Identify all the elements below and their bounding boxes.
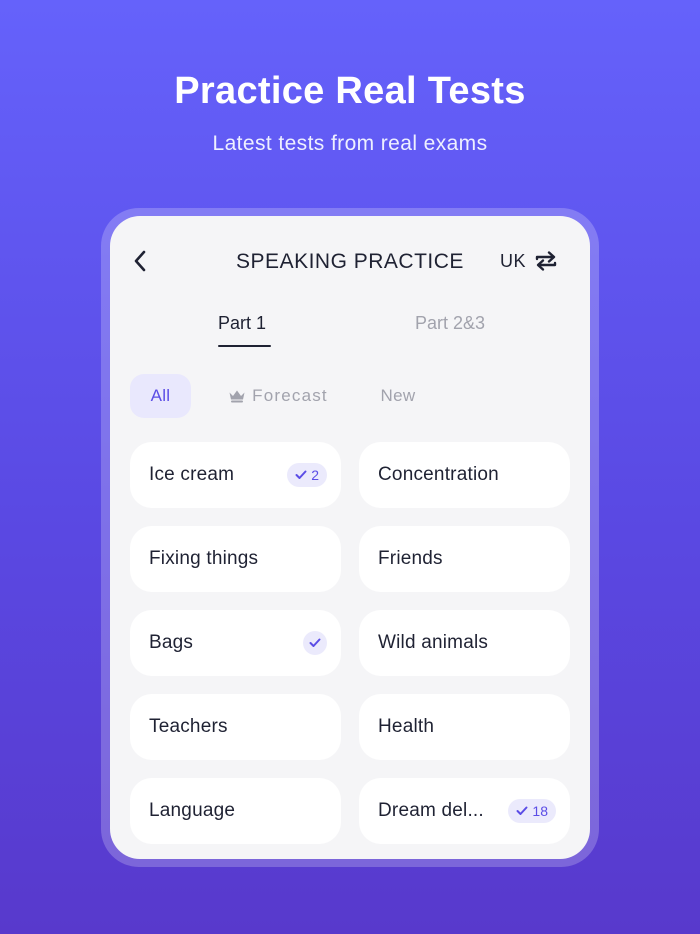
app-screen: SPEAKING PRACTICE UK Part 1 Part 2&3 All… [110,216,590,859]
topic-card-concentration[interactable]: Concentration [359,442,570,508]
topic-label: Teachers [149,716,228,737]
topic-card-language[interactable]: Language [130,778,341,844]
topic-card-fixing-things[interactable]: Fixing things [130,526,341,592]
swap-arrows-icon [535,251,557,271]
filter-all[interactable]: All [130,374,191,418]
topic-card-dream-destination[interactable]: Dream del... 18 [359,778,570,844]
topic-card-ice-cream[interactable]: Ice cream 2 [130,442,341,508]
crown-icon [229,390,245,403]
topic-card-bags[interactable]: Bags [130,610,341,676]
topic-card-teachers[interactable]: Teachers [130,694,341,760]
topic-label: Friends [378,548,443,569]
topic-label: Ice cream [149,464,235,485]
tab-part-2-3[interactable]: Part 2&3 [415,313,485,334]
topic-label: Health [378,716,435,737]
topic-card-friends[interactable]: Friends [359,526,570,592]
filter-all-label: All [150,386,171,405]
topic-card-health[interactable]: Health [359,694,570,760]
check-icon [309,638,321,647]
topic-label: Concentration [378,464,499,485]
completed-count: 18 [532,803,548,819]
filter-new-label: New [380,386,416,405]
completed-badge: 2 [287,463,327,487]
region-label: UK [499,250,526,271]
filter-forecast[interactable]: Forecast [222,374,334,418]
tab-part-1[interactable]: Part 1 [218,313,266,334]
topic-label: Bags [149,632,194,653]
completed-count: 2 [311,467,319,483]
topic-label: Dream del... [378,800,484,821]
completed-badge [303,631,327,655]
topic-label: Wild animals [378,632,489,653]
filter-forecast-label: Forecast [252,386,328,405]
topic-label: Language [149,800,236,821]
topic-card-wild-animals[interactable]: Wild animals [359,610,570,676]
topic-label: Fixing things [149,548,259,569]
check-icon [295,470,307,479]
check-icon [516,806,528,815]
hero-title: Practice Real Tests [174,70,526,112]
region-switch-button[interactable]: UK [500,250,558,272]
hero-subtitle: Latest tests from real exams [212,132,488,155]
completed-badge: 18 [508,799,556,823]
active-tab-indicator [218,345,271,347]
filter-new[interactable]: New [375,374,421,418]
